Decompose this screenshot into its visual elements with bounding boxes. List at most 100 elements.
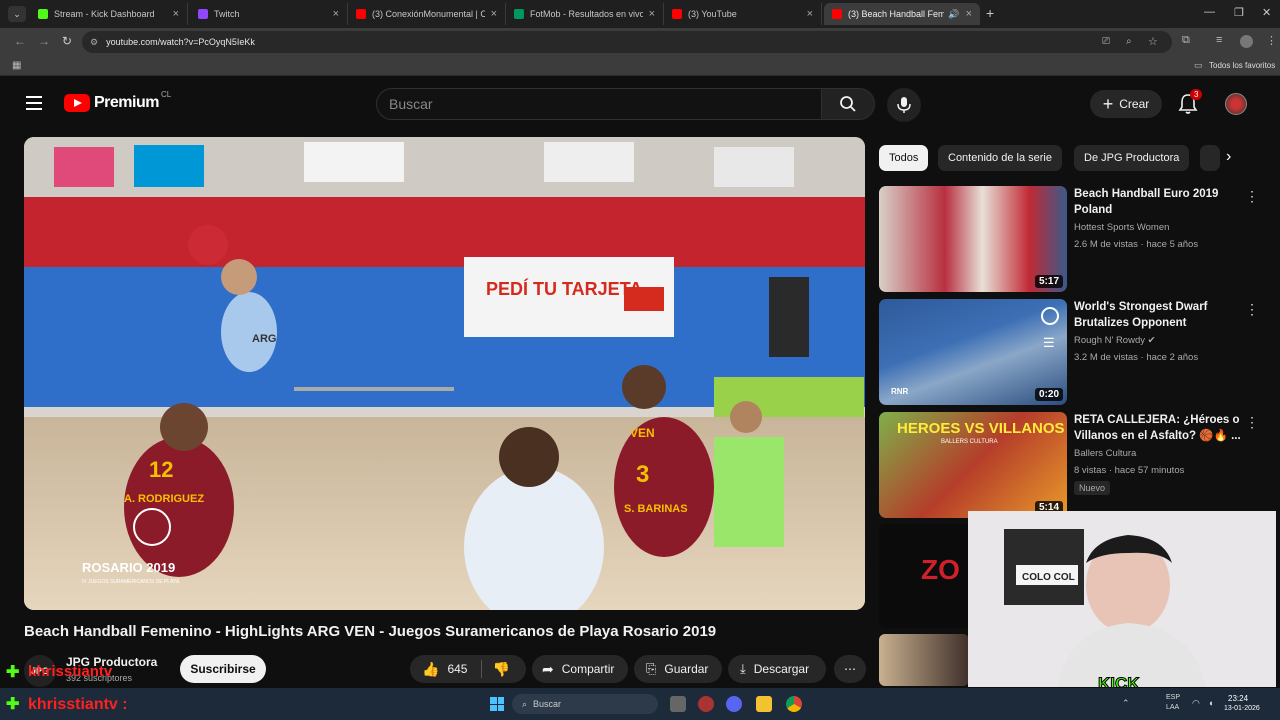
- dislike-button[interactable]: 👎: [492, 661, 509, 678]
- file-explorer-icon[interactable]: [756, 696, 772, 712]
- windows-start-icon[interactable]: [490, 697, 504, 711]
- close-icon[interactable]: ×: [807, 8, 813, 20]
- event-logo-text: ROSARIO 2019: [82, 560, 175, 575]
- close-icon[interactable]: ×: [173, 8, 179, 20]
- clock-time[interactable]: 23:24: [1228, 694, 1248, 703]
- rec-meta: 2.6 M de vistas · hace 5 años: [1074, 239, 1199, 250]
- download-button[interactable]: ⤓ Descargar: [728, 655, 826, 683]
- minimize-icon[interactable]: —: [1204, 6, 1215, 18]
- rec-channel[interactable]: Rough N' Rowdy ✔: [1074, 335, 1156, 346]
- rec-channel[interactable]: Ballers Cultura: [1074, 448, 1136, 459]
- rec-channel[interactable]: Hottest Sports Women: [1074, 222, 1169, 233]
- recommendation-item[interactable]: ☰ RNR 0:20 World's Strongest Dwarf Bruta…: [879, 299, 1259, 405]
- new-tab-button[interactable]: +: [986, 5, 994, 21]
- clock-date: 13-01-2026: [1224, 705, 1260, 712]
- save-button[interactable]: ⎘ Guardar: [634, 655, 722, 683]
- volume-icon[interactable]: ◖: [1208, 698, 1213, 708]
- tab-search-button[interactable]: ⌄: [8, 6, 26, 22]
- video-thumbnail[interactable]: [879, 634, 969, 686]
- sponsor-banner-text: PEDÍ TU TARJETA: [486, 278, 642, 299]
- hamburger-menu-icon[interactable]: [26, 96, 42, 110]
- rec-title[interactable]: Beach Handball Euro 2019 Poland: [1074, 186, 1242, 218]
- microphone-icon: [897, 97, 911, 113]
- task-view-icon[interactable]: [670, 696, 686, 712]
- notification-count-badge: 3: [1190, 89, 1203, 100]
- account-avatar[interactable]: [1225, 93, 1247, 115]
- search-input[interactable]: Buscar: [376, 88, 822, 120]
- close-icon[interactable]: ×: [649, 8, 655, 20]
- video-thumbnail[interactable]: 5:17: [879, 186, 1067, 292]
- like-button[interactable]: 👍: [422, 661, 439, 678]
- youtube-play-icon: [64, 94, 90, 112]
- tab-fotmob[interactable]: FotMob - Resultados en vivo de ×: [506, 3, 664, 25]
- video-player[interactable]: PEDÍ TU TARJETA ARG 12 A. RODRIGUEZ VEN …: [24, 137, 865, 610]
- chrome-icon[interactable]: [786, 696, 802, 712]
- rec-title[interactable]: RETA CALLEJERA: ¿Héroes o Villanos en el…: [1074, 412, 1242, 444]
- video-title: Beach Handball Femenino - HighLights ARG…: [24, 623, 717, 640]
- more-vertical-icon[interactable]: ⋮: [1245, 188, 1259, 205]
- region-code: CL: [160, 89, 172, 99]
- video-thumbnail[interactable]: HEROES VS VILLANOS BALLERS CULTURA 5:14: [879, 412, 1067, 518]
- site-info-icon[interactable]: ⚙: [90, 37, 98, 48]
- subscribe-button[interactable]: Suscribirse: [180, 655, 266, 683]
- media-control-icon[interactable]: ≡: [1216, 34, 1222, 46]
- maximize-icon[interactable]: ❐: [1234, 6, 1244, 19]
- search-button[interactable]: [821, 88, 875, 120]
- tab-kick-dashboard[interactable]: Stream - Kick Dashboard ×: [30, 3, 188, 25]
- youtube-premium-logo[interactable]: Premium CL: [64, 90, 171, 112]
- chip-todos[interactable]: Todos: [879, 145, 929, 171]
- discord-icon[interactable]: [726, 696, 742, 712]
- more-vertical-icon[interactable]: ⋮: [1245, 414, 1259, 431]
- language-indicator[interactable]: ESP: [1166, 694, 1180, 701]
- all-bookmarks-link[interactable]: Todos los favoritos: [1209, 61, 1275, 70]
- voice-search-button[interactable]: [887, 88, 921, 122]
- taskbar-search[interactable]: ⌕ Buscar: [512, 694, 658, 714]
- chip-partial[interactable]: [1200, 145, 1220, 171]
- extensions-icon[interactable]: ⧉: [1182, 34, 1190, 47]
- window-close-icon[interactable]: ✕: [1262, 6, 1271, 19]
- rec-meta: 8 vistas · hace 57 minutos: [1074, 465, 1185, 476]
- bookmarks-bar: ▦ ▭ Todos los favoritos: [0, 56, 1280, 76]
- address-bar[interactable]: ⚙ youtube.com/watch?v=PcOyqN5IeKk ⎚ ⌕ ☆: [82, 31, 1172, 53]
- add-to-queue-icon[interactable]: ☰: [1043, 335, 1055, 351]
- tab-beach-handball-active[interactable]: (3) Beach Handball Femenir 🔊 ×: [824, 3, 980, 25]
- back-arrow-icon[interactable]: ←: [14, 34, 26, 48]
- close-icon[interactable]: ×: [333, 8, 339, 20]
- download-icon: ⤓: [740, 661, 746, 676]
- close-icon[interactable]: ×: [966, 8, 972, 20]
- chip-series-content[interactable]: Contenido de la serie: [938, 145, 1062, 171]
- wifi-icon[interactable]: ◠: [1192, 698, 1200, 709]
- chevron-right-icon[interactable]: ›: [1226, 148, 1231, 166]
- speaker-icon[interactable]: 🔊: [948, 9, 959, 20]
- apps-grid-icon[interactable]: ▦: [12, 60, 21, 71]
- share-button[interactable]: ➦ Compartir: [532, 655, 628, 683]
- rec-meta: 3.2 M de vistas · hace 2 años: [1074, 352, 1199, 363]
- reload-icon[interactable]: ↻: [62, 34, 72, 48]
- recommendation-item[interactable]: HEROES VS VILLANOS BALLERS CULTURA 5:14 …: [879, 412, 1259, 518]
- share-arrow-icon: ➦: [542, 660, 554, 677]
- overlay-username: khrisstiantv :: [28, 696, 128, 713]
- tab-youtube-home[interactable]: (3) YouTube ×: [664, 3, 822, 25]
- video-thumbnail[interactable]: ☰ RNR 0:20: [879, 299, 1067, 405]
- notifications-button[interactable]: 3: [1178, 89, 1203, 120]
- create-button[interactable]: + Crear: [1090, 90, 1162, 118]
- profile-avatar[interactable]: [1240, 35, 1253, 48]
- rec-title[interactable]: World's Strongest Dwarf Brutalizes Oppon…: [1074, 299, 1242, 331]
- tray-chevron-icon[interactable]: ⌃: [1122, 698, 1130, 709]
- chip-from-channel[interactable]: De JPG Productora: [1074, 145, 1190, 171]
- folder-icon: ▭: [1194, 60, 1203, 70]
- more-actions-button[interactable]: ⋯: [834, 655, 866, 683]
- app-icon[interactable]: [698, 696, 714, 712]
- watch-later-icon[interactable]: [1041, 307, 1059, 325]
- recommendation-item[interactable]: 5:17 Beach Handball Euro 2019 Poland Hot…: [879, 186, 1259, 292]
- close-icon[interactable]: ×: [491, 8, 497, 20]
- tab-conexion-monumental[interactable]: (3) ConexiónMonumental | Con ×: [348, 3, 506, 25]
- cast-icon[interactable]: ⎚: [1102, 36, 1110, 47]
- new-badge: Nuevo: [1074, 481, 1111, 495]
- tab-twitch[interactable]: Twitch ×: [190, 3, 348, 25]
- forward-arrow-icon[interactable]: →: [38, 34, 50, 48]
- bookmark-star-icon[interactable]: ☆: [1148, 35, 1158, 48]
- more-menu-icon[interactable]: ⋮: [1266, 34, 1277, 47]
- zoom-icon[interactable]: ⌕: [1126, 36, 1132, 47]
- more-vertical-icon[interactable]: ⋮: [1245, 301, 1259, 318]
